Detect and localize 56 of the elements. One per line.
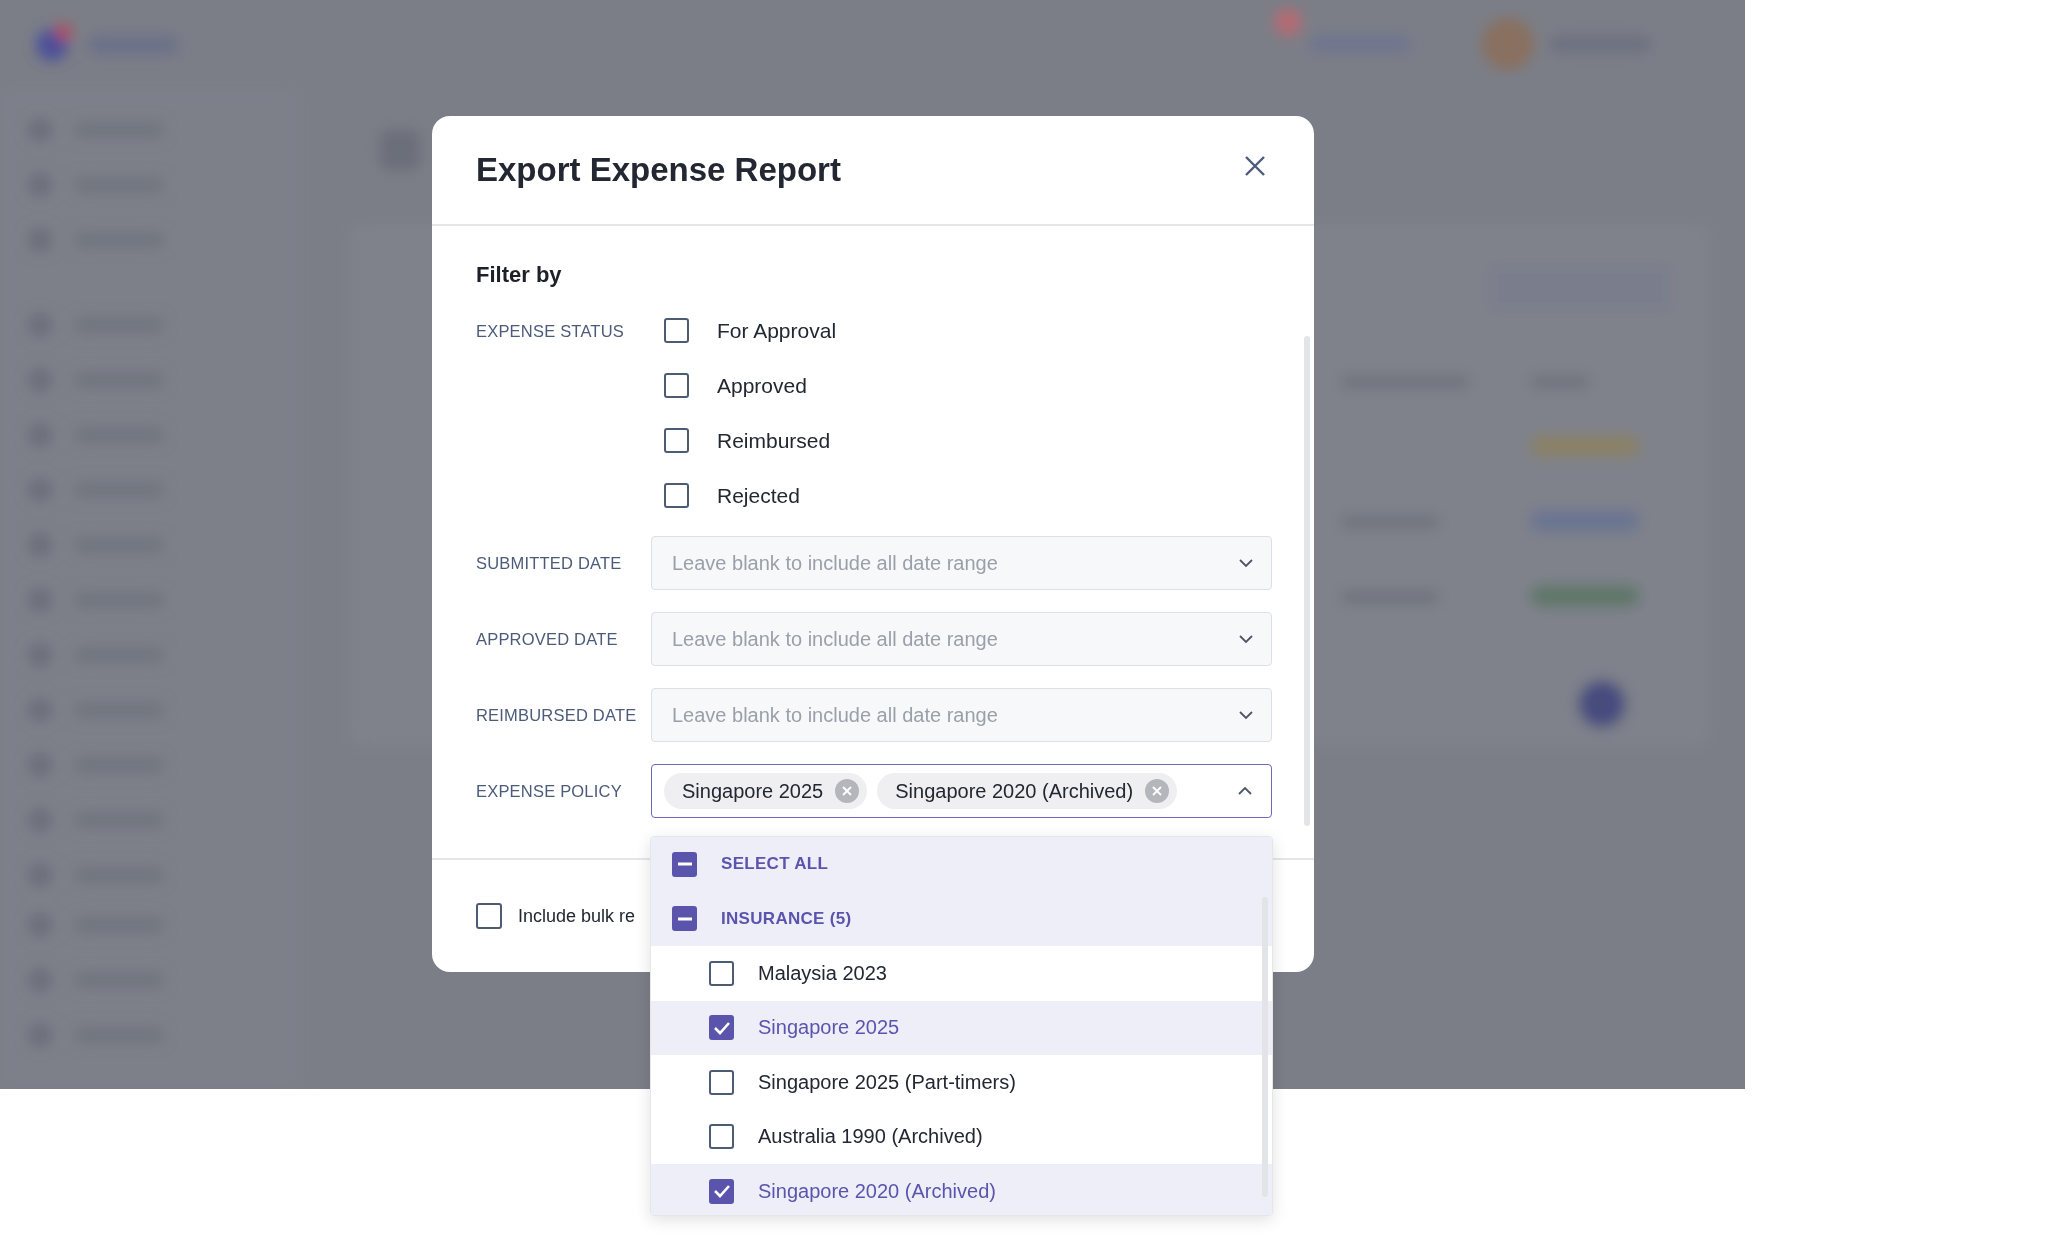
field-label: EXPENSE POLICY [476, 781, 623, 801]
option-label: SELECT ALL [721, 854, 829, 875]
chip-label: Singapore 2025 [682, 779, 824, 803]
checkbox[interactable] [709, 1178, 734, 1204]
dropdown-option[interactable]: Singapore 2025 [651, 1000, 1272, 1055]
checkmark-icon [712, 1020, 731, 1035]
chevron-icon [1238, 558, 1254, 568]
option-label: Singapore 2025 [758, 1016, 900, 1040]
dialog-title: Export Expense Report [476, 151, 841, 189]
chip-label: Singapore 2020 (Archived) [895, 779, 1134, 803]
close-icon [1244, 155, 1266, 177]
close-icon [1152, 786, 1163, 796]
dropdown-option[interactable]: Singapore 2025 (Part-timers) [651, 1055, 1272, 1110]
date-range-field[interactable]: Leave blank to include all date range [651, 688, 1272, 742]
option-label: Singapore 2020 (Archived) [758, 1179, 996, 1203]
checkbox-label: Include bulk re [518, 905, 636, 927]
minus-icon [677, 916, 692, 921]
checkbox-label: Rejected [717, 483, 800, 508]
date-range-field[interactable]: Leave blank to include all date range [651, 536, 1272, 590]
scrollbar[interactable] [1304, 336, 1310, 826]
date-range-field[interactable]: Leave blank to include all date range [651, 612, 1272, 666]
checkbox[interactable] [709, 1069, 734, 1095]
checkbox[interactable] [476, 903, 502, 929]
checkbox-label: For Approval [717, 318, 837, 343]
checkbox[interactable] [664, 428, 689, 453]
dropdown-option[interactable]: Singapore 2020 (Archived) [651, 1164, 1272, 1215]
checkbox-label: Reimbursed [717, 428, 831, 453]
scrollbar[interactable] [1262, 897, 1268, 1197]
checkbox[interactable] [664, 373, 689, 398]
checkbox[interactable] [672, 851, 697, 877]
option-label: Malaysia 2023 [758, 961, 887, 985]
section-title: Filter by [476, 262, 563, 288]
dropdown-option[interactable]: Australia 1990 (Archived) [651, 1109, 1272, 1164]
chevron-icon [1237, 786, 1253, 796]
checkmark-icon [712, 1184, 731, 1199]
checkbox[interactable] [709, 1124, 734, 1150]
field-label: EXPENSE STATUS [476, 321, 625, 341]
checkbox[interactable] [664, 483, 689, 508]
close-icon [842, 786, 853, 796]
minus-icon [677, 862, 692, 867]
option-label: Singapore 2025 (Part-timers) [758, 1070, 1016, 1094]
checkbox-label: Approved [717, 373, 807, 398]
option-label: INSURANCE (5) [721, 908, 852, 929]
dropdown-option[interactable]: SELECT ALL [651, 837, 1272, 892]
checkbox[interactable] [709, 960, 734, 986]
chevron-icon [1238, 710, 1254, 720]
field-label: SUBMITTED DATE [476, 553, 623, 573]
field-label: APPROVED DATE [476, 629, 619, 649]
dropdown-option[interactable]: Malaysia 2023 [651, 946, 1272, 1001]
field-label: REIMBURSED DATE [476, 705, 638, 725]
checkbox[interactable] [664, 318, 689, 343]
checkbox[interactable] [709, 1015, 734, 1041]
option-label: Australia 1990 (Archived) [758, 1125, 983, 1149]
checkbox[interactable] [672, 906, 697, 932]
chevron-icon [1238, 634, 1254, 644]
dropdown-option[interactable]: INSURANCE (5) [651, 891, 1272, 946]
